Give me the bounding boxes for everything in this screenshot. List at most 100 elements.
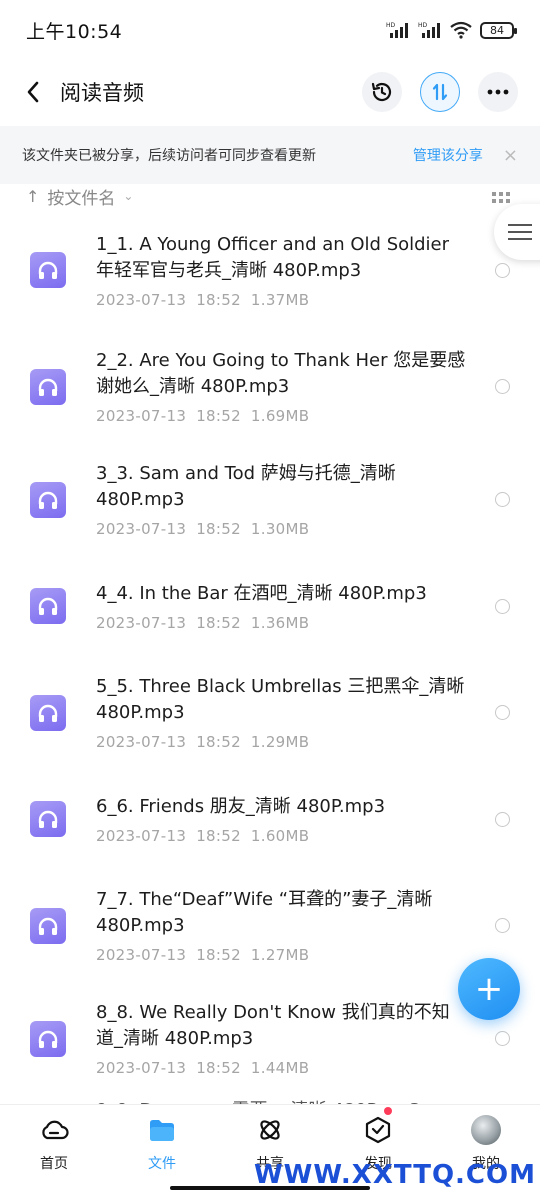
file-meta: 2023-07-13 18:52 1.36MB (96, 614, 467, 632)
file-name: 2_2. Are You Going to Thank Her 您是要感谢她么_… (96, 350, 466, 397)
select-radio[interactable] (495, 811, 510, 827)
back-button[interactable] (18, 72, 48, 112)
nav-label: 文件 (148, 1156, 176, 1172)
file-time: 18:52 (196, 407, 241, 425)
file-name: 8_8. We Really Don't Know 我们真的不知道_清晰 480… (96, 1002, 450, 1049)
file-time: 18:52 (196, 733, 241, 751)
file-meta: 2023-07-13 18:52 1.29MB (96, 733, 467, 751)
sort-arrow-icon[interactable]: ↑ (26, 187, 39, 206)
grid-view-icon[interactable] (492, 192, 510, 204)
page-title: 阅读音频 (60, 81, 144, 105)
svg-text:HD: HD (418, 22, 428, 29)
headphones-icon (38, 1030, 58, 1048)
select-radio[interactable] (495, 492, 510, 507)
signal-icon-2: HD (418, 22, 440, 38)
notification-dot (384, 1107, 392, 1115)
file-date: 2023-07-13 (96, 826, 187, 845)
file-meta: 2023-07-13 18:52 1.37MB (96, 291, 467, 309)
header-actions (362, 72, 518, 112)
file-info: 3_3. Sam and Tod 萨姆与托德_清晰 480P.mp3 2023-… (96, 461, 467, 538)
list-item[interactable]: 7_7. The“Deaf”Wife “耳聋的”妻子_清晰 480P.mp3 2… (0, 869, 540, 982)
file-name: 6_6. Friends 朋友_清晰 480P.mp3 (96, 795, 386, 817)
file-name: 3_3. Sam and Tod 萨姆与托德_清晰 480P.mp3 (96, 463, 396, 510)
file-info: 5_5. Three Black Umbrellas 三把黑伞_清晰 480P.… (96, 674, 467, 751)
file-size: 1.27MB (250, 946, 310, 964)
file-time: 18:52 (196, 946, 241, 964)
file-info: 2_2. Are You Going to Thank Her 您是要感谢她么_… (96, 348, 467, 425)
share-banner: 该文件夹已被分享，后续访问者可同步查看更新 管理该分享 × (0, 126, 540, 184)
file-size: 1.30MB (250, 520, 310, 538)
sort-arrows-icon (432, 83, 448, 101)
headphones-icon (38, 597, 58, 615)
list-item[interactable]: 6_6. Friends 朋友_清晰 480P.mp3 2023-07-13 18… (0, 769, 540, 869)
history-button[interactable] (362, 72, 402, 112)
history-icon (371, 82, 392, 102)
select-radio[interactable] (495, 379, 510, 394)
file-meta: 2023-07-13 18:52 1.60MB (96, 827, 467, 845)
sort-label[interactable]: 按文件名 (47, 184, 115, 209)
file-time: 18:52 (196, 1059, 241, 1077)
select-radio[interactable] (495, 598, 510, 614)
audio-file-icon (30, 907, 66, 944)
file-size: 1.69MB (250, 407, 310, 425)
file-time: 18:52 (196, 826, 241, 845)
list-item[interactable]: 2_2. Are You Going to Thank Her 您是要感谢她么_… (0, 330, 540, 443)
audio-file-icon (30, 252, 66, 288)
file-date: 2023-07-13 (96, 1059, 187, 1077)
add-button[interactable]: + (458, 958, 520, 1020)
file-name: 4_4. In the Bar 在酒吧_清晰 480P.mp3 (96, 582, 427, 604)
header: 阅读音频 (0, 60, 540, 124)
file-time: 18:52 (196, 613, 241, 632)
file-meta: 2023-07-13 18:52 1.44MB (96, 1059, 467, 1077)
audio-file-icon (30, 368, 66, 405)
audio-file-icon (30, 1020, 66, 1057)
nav-label: 首页 (40, 1156, 68, 1172)
audio-file-icon (30, 481, 66, 518)
chevron-down-icon[interactable]: ⌄ (123, 189, 133, 203)
file-date: 2023-07-13 (96, 733, 187, 751)
list-item[interactable]: 1_1. A Young Officer and an Old Soldier … (0, 210, 540, 330)
file-date: 2023-07-13 (96, 407, 187, 425)
headphones-icon (38, 378, 58, 396)
audio-file-icon (30, 588, 66, 624)
share-atom-icon (255, 1115, 285, 1145)
file-meta: 2023-07-13 18:52 1.30MB (96, 520, 467, 538)
headphones-icon (38, 810, 58, 828)
file-time: 18:52 (196, 290, 241, 309)
file-name: 1_1. A Young Officer and an Old Soldier … (96, 233, 450, 281)
watermark: WWW.XXTTQ.COM (254, 1160, 536, 1190)
close-icon[interactable]: × (503, 145, 518, 166)
select-radio[interactable] (495, 262, 510, 278)
discover-cube-icon (363, 1115, 393, 1145)
file-date: 2023-07-13 (96, 290, 187, 309)
chevron-left-icon (27, 81, 39, 103)
nav-item-home[interactable]: 首页 (0, 1105, 108, 1200)
select-radio[interactable] (495, 918, 510, 933)
status-icons: HD HD 84 (386, 21, 517, 39)
audio-file-icon (30, 694, 66, 731)
status-bar: 上午10:54 HD HD 84 (0, 0, 540, 60)
select-radio[interactable] (495, 1031, 510, 1046)
more-button[interactable] (478, 72, 518, 112)
file-info: 4_4. In the Bar 在酒吧_清晰 480P.mp3 2023-07-… (96, 581, 467, 632)
share-message: 该文件夹已被分享，后续访问者可同步查看更新 (22, 148, 316, 164)
manage-share-link[interactable]: 管理该分享 (413, 145, 483, 165)
sort-row: ↑ 按文件名 ⌄ (0, 184, 540, 209)
list-item[interactable]: 3_3. Sam and Tod 萨姆与托德_清晰 480P.mp3 2023-… (0, 443, 540, 556)
file-size: 1.29MB (250, 733, 310, 751)
cloud-home-icon (39, 1115, 69, 1145)
file-name: 5_5. Three Black Umbrellas 三把黑伞_清晰 480P.… (96, 676, 465, 723)
file-name: 7_7. The“Deaf”Wife “耳聋的”妻子_清晰 480P.mp3 (96, 889, 433, 936)
file-date: 2023-07-13 (96, 520, 187, 538)
svg-text:HD: HD (386, 22, 396, 29)
file-date: 2023-07-13 (96, 946, 187, 964)
file-list: 1_1. A Young Officer and an Old Soldier … (0, 210, 540, 1095)
file-time: 18:52 (196, 520, 241, 538)
list-item[interactable]: 4_4. In the Bar 在酒吧_清晰 480P.mp3 2023-07-… (0, 556, 540, 656)
headphones-icon (38, 704, 58, 722)
select-radio[interactable] (495, 705, 510, 720)
list-item[interactable]: 5_5. Three Black Umbrellas 三把黑伞_清晰 480P.… (0, 656, 540, 769)
file-info: 6_6. Friends 朋友_清晰 480P.mp3 2023-07-13 18… (96, 794, 467, 845)
signal-icon: HD (386, 22, 408, 38)
sort-toggle-button[interactable] (420, 72, 460, 112)
